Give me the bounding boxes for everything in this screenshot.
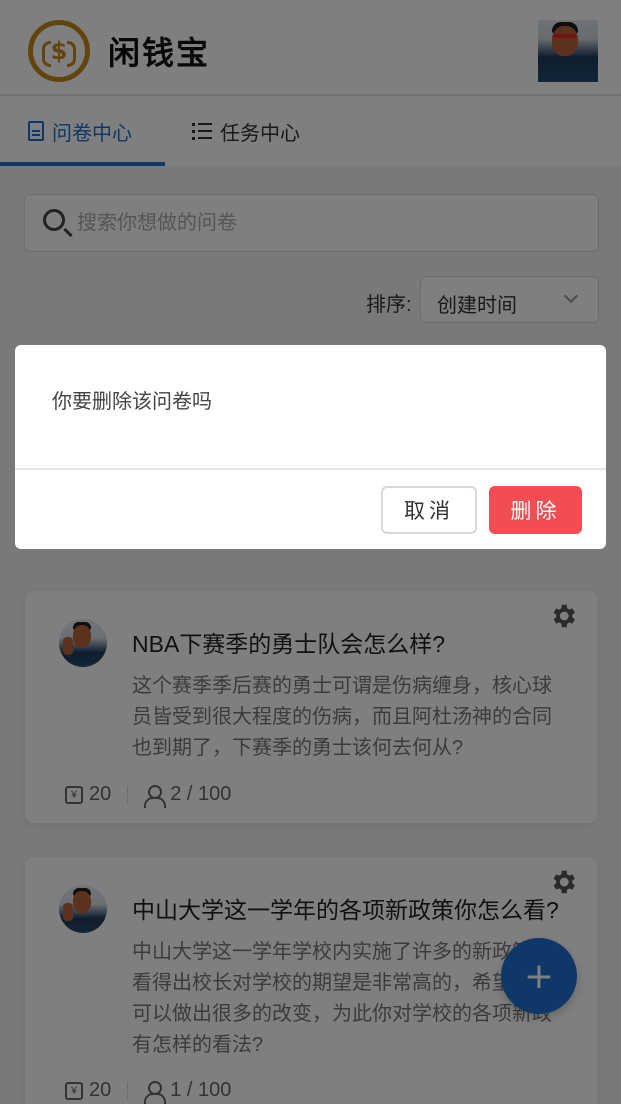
dialog-divider: [15, 468, 606, 470]
delete-confirm-dialog: 你要删除该问卷吗 取消 删除: [15, 345, 606, 549]
modal-overlay[interactable]: [0, 0, 621, 1104]
delete-button[interactable]: 删除: [489, 486, 582, 534]
cancel-button[interactable]: 取消: [381, 486, 477, 534]
dialog-message: 你要删除该问卷吗: [52, 391, 212, 413]
